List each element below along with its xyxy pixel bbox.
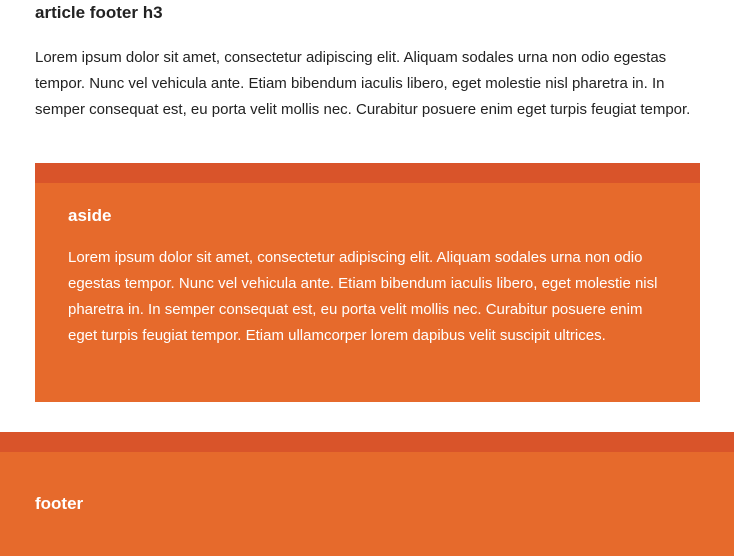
page: article footer h3 Lorem ipsum dolor sit …	[0, 0, 734, 556]
article-footer-paragraph: Lorem ipsum dolor sit amet, consectetur …	[35, 49, 691, 118]
aside-paragraph: Lorem ipsum dolor sit amet, consectetur …	[68, 249, 658, 344]
article-footer-heading: article footer h3	[35, 3, 163, 22]
aside-heading: aside	[68, 206, 112, 225]
aside-top-band	[35, 163, 700, 183]
aside-box: aside Lorem ipsum dolor sit amet, consec…	[35, 163, 700, 402]
footer-label: footer	[35, 494, 84, 513]
footer-top-band	[0, 432, 734, 452]
page-footer: footer	[0, 432, 734, 556]
